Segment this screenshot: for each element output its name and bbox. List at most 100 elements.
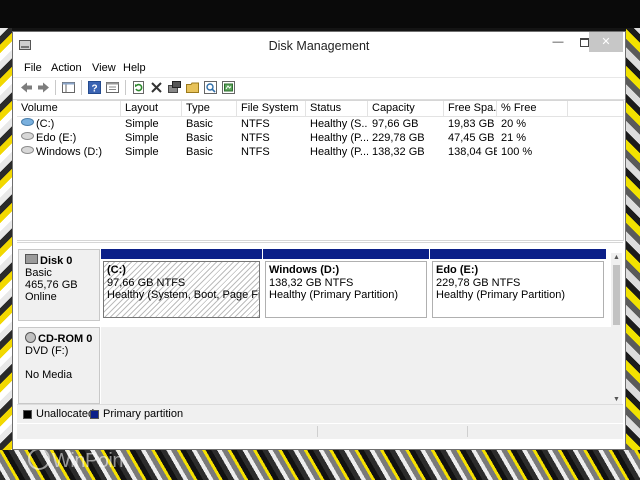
column-capacity[interactable]: Capacity bbox=[368, 101, 444, 116]
status-cell: Healthy (P... bbox=[310, 146, 368, 158]
menu-view[interactable]: View bbox=[92, 62, 116, 74]
toolbar-separator bbox=[81, 80, 82, 95]
delete-icon[interactable] bbox=[149, 80, 164, 95]
minimize-button[interactable]: — bbox=[545, 32, 571, 52]
status-divider bbox=[317, 426, 318, 437]
primary-partition-bar bbox=[101, 249, 262, 259]
partition-name: Windows (D:) bbox=[269, 264, 340, 276]
title-bar[interactable]: Disk Management — ✕ bbox=[13, 32, 625, 59]
watermark: WinPoin bbox=[28, 448, 123, 473]
status-bar bbox=[17, 424, 623, 439]
free-space-cell: 138,04 GB bbox=[448, 146, 497, 158]
partition-size: 97,66 GB NTFS bbox=[107, 276, 186, 289]
graphical-view-scrollbar[interactable]: ▲ ▼ bbox=[611, 253, 622, 404]
volume-icon bbox=[21, 132, 34, 140]
back-icon[interactable] bbox=[19, 80, 34, 95]
status-cell: Healthy (P... bbox=[310, 132, 368, 144]
hard-disk-icon bbox=[25, 254, 38, 264]
cdrom-0-area bbox=[101, 327, 611, 404]
percent-free-cell: 100 % bbox=[501, 146, 533, 158]
volume-name: (C:) bbox=[36, 118, 55, 130]
percent-free-cell: 20 % bbox=[501, 118, 527, 130]
graphical-disk-view: Disk 0 Basic 465,76 GB Online (C:) 97,66… bbox=[17, 242, 623, 439]
partition-d[interactable]: Windows (D:) 138,32 GB NTFS Healthy (Pri… bbox=[263, 249, 429, 321]
table-row[interactable]: (C:) Simple Basic NTFS Healthy (S... 97,… bbox=[17, 117, 623, 131]
close-icon: ✕ bbox=[601, 36, 611, 48]
layout-cell: Simple bbox=[125, 146, 159, 158]
file-system-cell: NTFS bbox=[241, 132, 270, 144]
column-type[interactable]: Type bbox=[182, 101, 237, 116]
cdrom-0-label[interactable]: CD-ROM 0 DVD (F:) No Media bbox=[18, 327, 100, 404]
disk-management-window: Disk Management — ✕ File Action View Hel… bbox=[12, 31, 626, 450]
partition-status: Healthy (Primary Partition) bbox=[269, 289, 398, 301]
menu-action[interactable]: Action bbox=[51, 62, 82, 74]
volume-icon bbox=[21, 146, 34, 154]
background-top-band bbox=[0, 0, 640, 28]
scrollbar-thumb[interactable] bbox=[613, 265, 620, 325]
toolbar-separator bbox=[55, 80, 56, 95]
disk-name: Disk 0 bbox=[40, 255, 73, 267]
cdrom-type: DVD (F:) bbox=[25, 345, 69, 357]
table-row[interactable]: Edo (E:) Simple Basic NTFS Healthy (P...… bbox=[17, 131, 623, 145]
scroll-down-icon[interactable]: ▼ bbox=[611, 395, 622, 404]
legend-primary-partition: Primary partition bbox=[103, 408, 184, 420]
layout-cell: Simple bbox=[125, 118, 159, 130]
free-space-cell: 19,83 GB bbox=[448, 118, 495, 130]
capacity-cell: 138,32 GB bbox=[372, 146, 425, 158]
column-file-system[interactable]: File System bbox=[237, 101, 306, 116]
disk-type: Basic bbox=[25, 267, 52, 279]
disk-0-label[interactable]: Disk 0 Basic 465,76 GB Online bbox=[18, 249, 100, 321]
volume-list-header: Volume Layout Type File System Status Ca… bbox=[17, 101, 623, 117]
watermark-text: WinPoin bbox=[52, 450, 123, 472]
capacity-cell: 229,78 GB bbox=[372, 132, 425, 144]
percent-free-cell: 21 % bbox=[501, 132, 527, 144]
partition-size: 229,78 GB NTFS bbox=[436, 276, 521, 289]
volume-name: Windows (D:) bbox=[36, 146, 103, 158]
background-art-right bbox=[626, 28, 640, 480]
status-divider bbox=[467, 426, 468, 437]
volume-name: Edo (E:) bbox=[36, 132, 77, 144]
close-button[interactable]: ✕ bbox=[589, 32, 623, 52]
partition-size: 138,32 GB NTFS bbox=[269, 276, 354, 289]
volume-icon bbox=[21, 118, 34, 126]
cdrom-state: No Media bbox=[25, 369, 73, 381]
partition-c[interactable]: (C:) 97,66 GB NTFS Healthy (System, Boot… bbox=[101, 249, 262, 321]
window-title: Disk Management bbox=[268, 39, 370, 53]
layout-cell: Simple bbox=[125, 132, 159, 144]
column-free-space[interactable]: Free Spa... bbox=[444, 101, 497, 116]
console-tree-icon[interactable] bbox=[61, 80, 76, 95]
primary-partition-swatch bbox=[90, 410, 99, 419]
menu-file[interactable]: File bbox=[24, 62, 42, 74]
volume-cell: Edo (E:) bbox=[17, 131, 121, 145]
column-volume[interactable]: Volume bbox=[17, 101, 121, 116]
forward-icon[interactable] bbox=[36, 80, 51, 95]
disk-size: 465,76 GB bbox=[25, 279, 78, 291]
partition-body: Edo (E:) 229,78 GB NTFS Healthy (Primary… bbox=[432, 261, 604, 318]
volume-cell: (C:) bbox=[17, 117, 121, 131]
column-percent-free[interactable]: % Free bbox=[497, 101, 568, 116]
connect-icon[interactable] bbox=[167, 80, 182, 95]
properties-icon[interactable] bbox=[105, 80, 120, 95]
partition-e[interactable]: Edo (E:) 229,78 GB NTFS Healthy (Primary… bbox=[430, 249, 606, 321]
column-layout[interactable]: Layout bbox=[121, 101, 182, 116]
partition-body: Windows (D:) 138,32 GB NTFS Healthy (Pri… bbox=[265, 261, 427, 318]
table-row[interactable]: Windows (D:) Simple Basic NTFS Healthy (… bbox=[17, 145, 623, 159]
type-cell: Basic bbox=[186, 146, 213, 158]
menu-help[interactable]: Help bbox=[123, 62, 146, 74]
maximize-icon bbox=[579, 37, 589, 47]
refresh-icon[interactable] bbox=[131, 80, 146, 95]
help-icon[interactable]: ? bbox=[87, 80, 102, 95]
column-status[interactable]: Status bbox=[306, 101, 368, 116]
primary-partition-bar bbox=[263, 249, 429, 259]
partition-name: Edo (E:) bbox=[436, 264, 479, 276]
scroll-up-icon[interactable]: ▲ bbox=[611, 253, 622, 262]
export-icon[interactable] bbox=[221, 80, 236, 95]
partition-status: Healthy (Primary Partition) bbox=[436, 289, 565, 301]
status-cell: Healthy (S... bbox=[310, 118, 368, 130]
open-icon[interactable] bbox=[185, 80, 200, 95]
svg-text:?: ? bbox=[91, 84, 97, 95]
search-icon[interactable] bbox=[203, 80, 218, 95]
unallocated-swatch bbox=[23, 410, 32, 419]
free-space-cell: 47,45 GB bbox=[448, 132, 495, 144]
menu-bar: File Action View Help bbox=[13, 59, 625, 78]
